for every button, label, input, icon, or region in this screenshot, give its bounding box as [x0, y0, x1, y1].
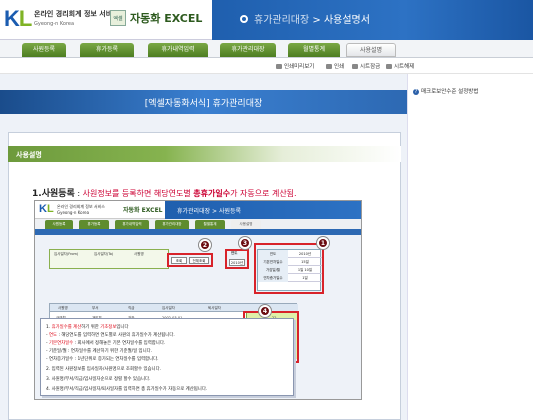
kl-logo[interactable]: KL 온라인 경리회계 정보 서비스 Gyeong-n Korea	[4, 6, 124, 32]
product-name: 자동화 EXCEL	[130, 12, 203, 25]
screenshot-tab: 월별통계	[195, 220, 225, 229]
screenshot-input-label: 사원명	[134, 252, 144, 256]
page-title: [엑셀자동화서식] 휴가관리대장	[144, 99, 263, 109]
page-title-bar: [엑셀자동화서식] 휴가관리대장	[0, 90, 407, 114]
screenshot-tab: 사용설명	[231, 220, 261, 229]
screenshot-brand: 온라인 경리회계 정보 서비스 Gyeong-n Korea	[57, 204, 105, 215]
note-line: 1. 휴가일수를 계산하기 위한 기초정보입니다	[46, 325, 129, 330]
note-line: 2. 입력된 사원정보를 입사일자/사원명으로 조회할수 있습니다.	[46, 367, 162, 372]
callout-badge-4: 4	[259, 305, 271, 317]
notes-box: 1. 휴가일수를 계산하기 위한 기초정보입니다 - 연도 : 해당연도를 입력…	[40, 318, 294, 396]
brand-name: 온라인 경리회계 정보 서비스	[34, 10, 119, 18]
note-line: 3. 사원명/부서/직급/입사일자순으로 정렬 할수 있습니다.	[46, 377, 151, 382]
callout-badge-2: 2	[199, 239, 211, 251]
toolbar: 인쇄미리보기 인쇄 시트잠금 시트해제	[0, 58, 533, 74]
product-logo: 엑셀 자동화 EXCEL	[110, 8, 210, 30]
lock-icon	[352, 64, 358, 69]
header-banner: 휴가관리대장 > 사용설명서	[212, 0, 533, 40]
excel-icon: 엑셀	[110, 10, 126, 26]
brand-sub: Gyeong-n Korea	[34, 21, 75, 27]
top-bar: KL 온라인 경리회계 정보 서비스 Gyeong-n Korea 엑셀 자동화…	[0, 0, 533, 40]
screenshot-tab: 휴가관리대장	[155, 220, 189, 229]
screenshot-tabs: 사원등록 휴가등록 휴가내역입력 휴가관리대장 월별통계 사용설명	[35, 219, 361, 229]
note-line: - 기본연차일수 : 회사에서 정해놓은 기본 연차일수를 입력합니다.	[46, 341, 166, 346]
section-header: 사용설명	[8, 146, 401, 162]
eye-icon	[276, 64, 282, 69]
screenshot-product: 자동화 EXCEL	[123, 207, 163, 214]
screenshot-search-box: 입사일자(From) 입사일자(To) 사원명	[49, 249, 169, 269]
note-line: - 기준일/월 : 연차일수를 계산하기 위한 기준월/일 입니다.	[46, 349, 153, 354]
sheet-lock-button[interactable]: 시트잠금	[352, 62, 380, 70]
breadcrumb: 휴가관리대장 > 사용설명서	[254, 15, 370, 26]
screenshot-tab: 휴가내역입력	[115, 220, 149, 229]
callout-badge-3: 3	[239, 237, 251, 249]
screenshot-banner: 휴가관리대장 > 사원등록	[165, 201, 361, 219]
tab-leave-ledger[interactable]: 휴가관리대장	[220, 43, 276, 57]
print-button[interactable]: 인쇄	[326, 62, 344, 70]
printer-icon	[326, 64, 332, 69]
screenshot-title-strip	[35, 229, 361, 235]
tab-leave-register[interactable]: 휴가등록	[80, 43, 134, 57]
sheet-unlock-button[interactable]: 시트해제	[386, 62, 414, 70]
step-description: 1.사원등록 : 사원정보를 등록하면 해당연도별 총휴가일수가 자동으로 계산…	[32, 189, 297, 199]
note-line: - 연차증가일수 : 1년단위로 증가되는 연차일수를 입력합니다.	[46, 357, 159, 362]
screenshot-input-label: 입사일자(From)	[54, 252, 79, 256]
kl-logo-mark: KL	[4, 6, 32, 31]
question-icon: ?	[413, 89, 419, 95]
unlock-icon	[386, 64, 392, 69]
screenshot-header: KL 온라인 경리회계 정보 서비스 Gyeong-n Korea 자동화 EXC…	[35, 201, 361, 219]
note-line: - 연도 : 해당연도를 입력하면 연도별로 사원의 휴가일수가 계산됩니다.	[46, 333, 175, 338]
highlight-box-2	[167, 253, 213, 267]
tab-monthly-stats[interactable]: 월별통계	[288, 43, 340, 57]
right-sidebar: ? 매크로보안수준 설정방법	[407, 74, 533, 420]
callout-badge-1: 1	[317, 237, 329, 249]
tab-leave-history[interactable]: 휴가내역입력	[148, 43, 208, 57]
section-title: 사용설명	[16, 151, 42, 159]
screenshot-tab: 사원등록	[45, 220, 73, 229]
note-line: 4. 사원명/부서/직급/입사일자/퇴사일자를 입력하면 총 휴가일수가 자동으…	[46, 387, 208, 392]
print-preview-button[interactable]: 인쇄미리보기	[276, 62, 314, 70]
highlight-box-1	[254, 243, 324, 294]
highlight-box-3	[225, 249, 249, 269]
tab-manual[interactable]: 사용설명	[346, 43, 396, 57]
circle-bullet-icon	[240, 15, 248, 23]
screenshot-input-label: 입사일자(To)	[94, 252, 114, 256]
tab-employee-register[interactable]: 사원등록	[22, 43, 66, 57]
nav-tabs: 사원등록 휴가등록 휴가내역입력 휴가관리대장 월별통계 사용설명	[0, 40, 533, 58]
screenshot-tab: 휴가등록	[79, 220, 109, 229]
screenshot-kl-logo: KL	[39, 203, 54, 215]
macro-security-link[interactable]: ? 매크로보안수준 설정방법	[413, 87, 478, 95]
